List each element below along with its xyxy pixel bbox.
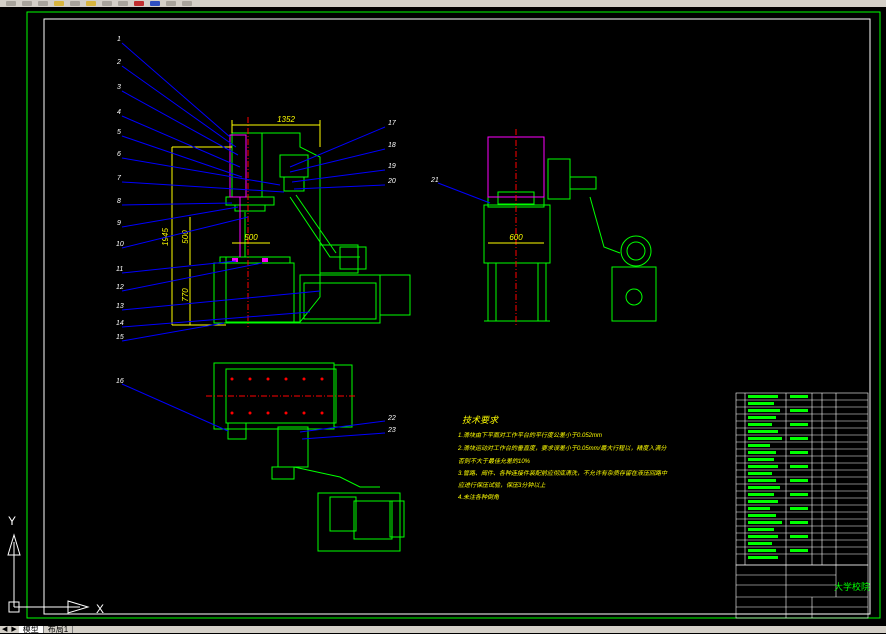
paste-icon[interactable] <box>86 1 96 6</box>
title-block-school: 大学校院 <box>834 581 870 592</box>
tech-line-4: 3.管路、阀件、各种连接件装配前应彻底清洗，不允许有杂质存留在液压回路中 <box>458 469 668 477</box>
side-view-texts: 21 600 <box>430 177 523 242</box>
callout-2: 2 <box>116 59 121 66</box>
callout-21: 21 <box>430 177 439 184</box>
callout-12: 12 <box>116 284 124 291</box>
front-view-leaders <box>121 42 386 342</box>
callout-23: 23 <box>387 427 396 434</box>
copy-icon[interactable] <box>70 1 80 6</box>
drawing-border <box>26 11 881 619</box>
print-icon[interactable] <box>38 1 48 6</box>
callout-1: 1 <box>117 36 121 43</box>
tab-layout1[interactable]: 布局1 <box>44 626 74 634</box>
callout-20: 20 <box>387 178 396 185</box>
cut-icon[interactable] <box>54 1 64 6</box>
callout-6: 6 <box>117 151 121 158</box>
callout-9: 9 <box>117 220 121 227</box>
tech-title: 技术要求 <box>462 415 499 425</box>
undo-icon[interactable] <box>102 1 112 6</box>
callout-14: 14 <box>116 320 124 327</box>
callout-19: 19 <box>388 163 396 170</box>
callout-5: 5 <box>117 129 121 136</box>
front-view <box>213 132 411 324</box>
cad-drawing: 1352 1945 500 500 770 1 2 3 4 5 6 7 8 9 <box>7 11 881 619</box>
dim-throat: 500 <box>244 233 258 242</box>
open-icon[interactable] <box>6 1 16 6</box>
tab-scroll-right-icon[interactable]: ▶ <box>9 626 18 633</box>
ucs-x-label: X <box>96 602 104 616</box>
dim-770: 770 <box>181 288 190 302</box>
drawing-canvas[interactable]: 1352 1945 500 500 770 1 2 3 4 5 6 7 8 9 <box>0 7 886 626</box>
front-view-callouts: 1 2 3 4 5 6 7 8 9 10 11 12 13 14 15 17 1… <box>116 36 397 341</box>
callout-17: 17 <box>388 120 397 127</box>
properties-icon[interactable] <box>166 1 176 6</box>
ucs-labels: Y X <box>8 514 104 616</box>
drawing-frame <box>43 18 871 615</box>
callout-4: 4 <box>117 109 121 116</box>
tech-line-2: 2.滑块运动对工作台的垂直度，要求误差小于0.05mm/最大行程以，精度入满分 <box>457 444 667 452</box>
layers-icon[interactable] <box>182 1 192 6</box>
plan-view-leaders <box>121 383 386 440</box>
callout-18: 18 <box>388 142 396 149</box>
front-view-table-markers <box>232 258 268 262</box>
callout-13: 13 <box>116 303 124 310</box>
tab-scroll-left-icon[interactable]: ◀ <box>0 626 9 633</box>
tech-line-1: 1.滑块由下平面对工作平台的平行度公差小于0.052mm <box>458 431 602 439</box>
tech-requirements: 技术要求 1.滑块由下平面对工作平台的平行度公差小于0.052mm 2.滑块运动… <box>457 415 668 501</box>
ucs-y-label: Y <box>8 514 16 528</box>
dim-side-width: 600 <box>509 233 523 242</box>
save-icon[interactable] <box>22 1 32 6</box>
layout-tab-bar: ◀ ▶ 模型 布局1 <box>0 626 886 634</box>
callout-16: 16 <box>116 378 124 385</box>
callout-15: 15 <box>116 334 124 341</box>
callout-11: 11 <box>116 266 123 273</box>
toolbar <box>0 0 886 7</box>
side-view-leader <box>437 182 491 204</box>
callout-8: 8 <box>117 198 121 205</box>
side-view <box>483 136 657 322</box>
callout-3: 3 <box>117 84 121 91</box>
zoom-icon[interactable] <box>150 1 160 6</box>
tech-line-5: 应进行保压试验，保压3分钟以上 <box>458 481 546 489</box>
redo-icon[interactable] <box>118 1 128 6</box>
pan-icon[interactable] <box>134 1 144 6</box>
tab-model[interactable]: 模型 <box>18 626 44 634</box>
tech-line-6: 4.未注各种倒角 <box>458 493 500 501</box>
plan-view-callouts: 16 22 23 <box>116 378 396 434</box>
callout-10: 10 <box>116 241 124 248</box>
dim-overall-width: 1352 <box>277 115 295 124</box>
tech-line-3: 否则不大于最佳允差的10% <box>458 457 531 465</box>
title-block-texts: 大学校院 <box>834 581 870 592</box>
ucs-icon <box>7 533 90 614</box>
callout-7: 7 <box>117 175 122 182</box>
callout-22: 22 <box>387 415 396 422</box>
plan-view <box>213 362 405 552</box>
